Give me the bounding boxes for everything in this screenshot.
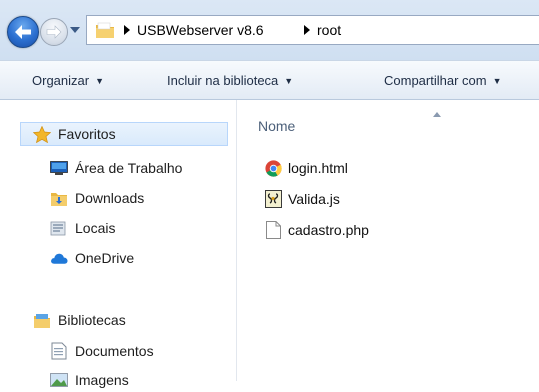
cloud-icon xyxy=(50,249,68,267)
organize-label: Organizar xyxy=(32,73,90,88)
nav-item-label: Documentos xyxy=(75,343,154,359)
chrome-html-icon xyxy=(264,159,282,177)
sort-ascending-icon xyxy=(433,112,441,117)
document-icon xyxy=(50,342,68,360)
include-library-button[interactable]: Incluir na biblioteca ▼ xyxy=(167,73,293,88)
navigation-pane: Favoritos Área de Trabalho Downloads Loc… xyxy=(0,100,236,388)
libraries-icon xyxy=(33,311,51,329)
breadcrumb-separator-icon[interactable] xyxy=(123,24,131,36)
nav-item-documents[interactable]: Documentos xyxy=(50,339,154,363)
caret-down-icon: ▼ xyxy=(284,75,294,86)
nav-item-label: Imagens xyxy=(75,372,129,388)
nav-item-label: Área de Trabalho xyxy=(75,160,183,176)
star-icon xyxy=(33,125,51,143)
address-bar-area: USBWebserver v8.6 root xyxy=(0,0,539,60)
file-name: login.html xyxy=(288,160,348,176)
back-arrow-icon xyxy=(15,25,31,39)
script-file-icon xyxy=(264,190,282,208)
blank-file-icon xyxy=(264,221,282,239)
desktop-icon xyxy=(50,159,68,177)
organize-menu-button[interactable]: Organizar ▼ xyxy=(32,73,104,88)
breadcrumb-separator-icon[interactable] xyxy=(303,24,311,36)
nav-item-recent-places[interactable]: Locais xyxy=(50,216,115,240)
breadcrumb-root[interactable]: root xyxy=(317,22,341,38)
nav-item-label: OneDrive xyxy=(75,250,135,266)
caret-down-icon: ▼ xyxy=(95,75,104,86)
nav-item-pictures[interactable]: Imagens xyxy=(50,368,129,392)
downloads-folder-icon xyxy=(50,189,68,207)
forward-button[interactable] xyxy=(40,18,68,46)
include-library-label: Incluir na biblioteca xyxy=(167,73,279,88)
nav-item-libraries[interactable]: Bibliotecas xyxy=(33,308,126,332)
breadcrumb-usbwebserver[interactable]: USBWebserver v8.6 xyxy=(137,22,264,38)
chevron-down-icon xyxy=(70,27,80,33)
nav-item-label: Bibliotecas xyxy=(58,312,126,328)
nav-item-desktop[interactable]: Área de Trabalho xyxy=(50,156,182,180)
column-header-name[interactable]: Nome xyxy=(258,118,295,134)
file-item-valida[interactable]: Valida.js xyxy=(264,188,340,210)
share-with-button[interactable]: Compartilhar com ▼ xyxy=(384,73,502,88)
file-name: cadastro.php xyxy=(288,222,369,238)
nav-item-label: Favoritos xyxy=(58,126,116,142)
recent-places-icon xyxy=(50,219,68,237)
share-with-label: Compartilhar com xyxy=(384,73,487,88)
command-toolbar: Organizar ▼ Incluir na biblioteca ▼ Comp… xyxy=(0,60,539,100)
recent-pages-dropdown[interactable] xyxy=(68,23,82,37)
back-button[interactable] xyxy=(7,16,39,48)
file-item-cadastro[interactable]: cadastro.php xyxy=(264,219,369,241)
pane-divider[interactable] xyxy=(236,100,237,381)
nav-item-label: Locais xyxy=(75,220,116,236)
folder-icon xyxy=(96,22,114,38)
caret-down-icon: ▼ xyxy=(492,75,502,86)
nav-item-label: Downloads xyxy=(75,190,145,206)
address-path-box[interactable]: USBWebserver v8.6 root xyxy=(86,15,539,45)
file-item-login[interactable]: login.html xyxy=(264,157,348,179)
pictures-icon xyxy=(50,371,68,389)
file-name: Valida.js xyxy=(288,191,340,207)
nav-item-onedrive[interactable]: OneDrive xyxy=(50,246,134,270)
nav-item-favorites[interactable]: Favoritos xyxy=(33,122,116,146)
nav-item-downloads[interactable]: Downloads xyxy=(50,186,144,210)
forward-arrow-icon xyxy=(46,25,62,39)
